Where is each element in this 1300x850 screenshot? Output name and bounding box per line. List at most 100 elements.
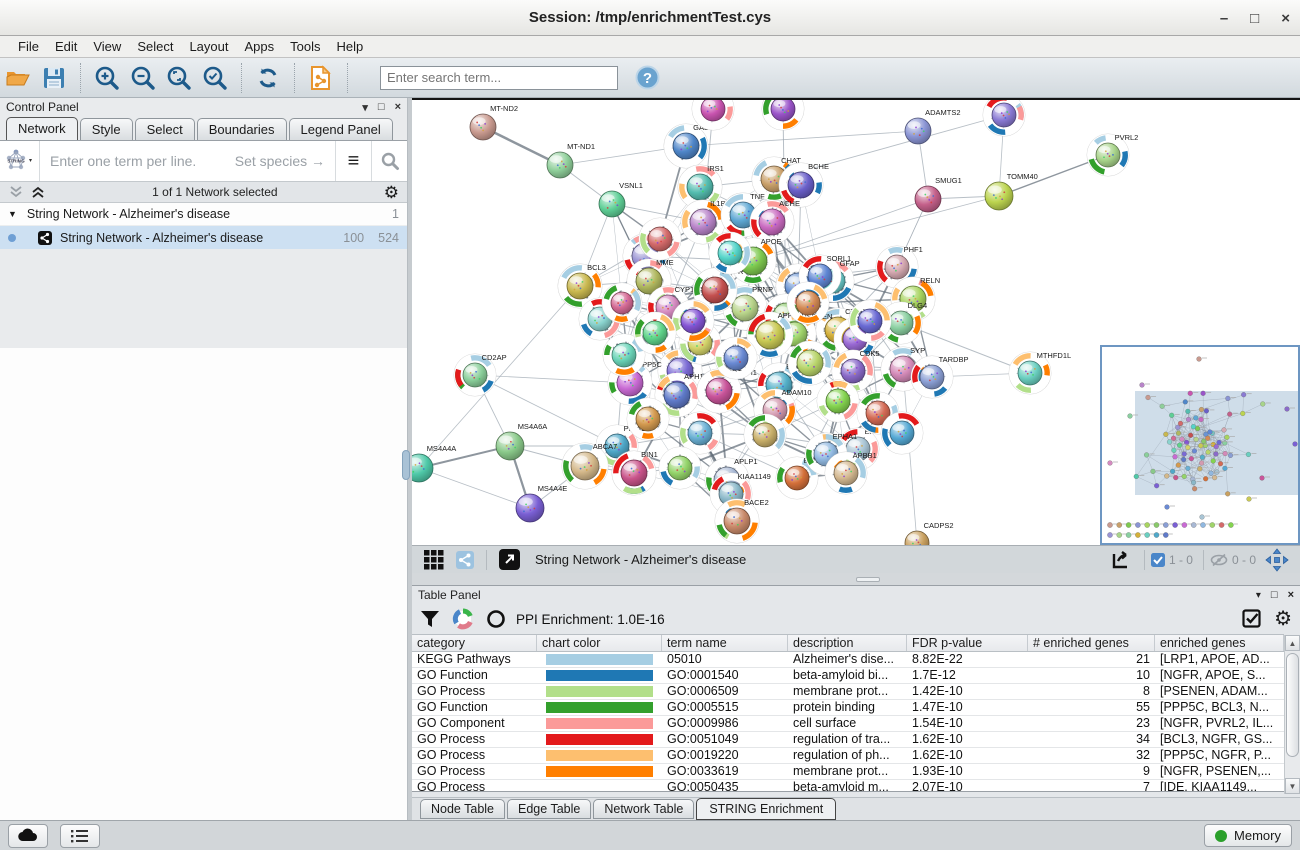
splitter-grip[interactable] <box>856 577 880 582</box>
table-row[interactable]: GO ProcessGO:0050435beta-amyloid m...2.0… <box>412 780 1284 792</box>
node[interactable] <box>627 398 669 440</box>
chart-settings-icon[interactable] <box>452 608 474 630</box>
zoom-in-button[interactable] <box>92 63 122 93</box>
node-MT-ND1[interactable]: MT-ND1 <box>547 142 595 178</box>
menu-help[interactable]: Help <box>329 39 372 54</box>
table-panel-float-icon[interactable]: □ <box>1271 589 1278 601</box>
node-GAB2[interactable]: GAB2 <box>664 123 713 168</box>
string-query-placeholder[interactable]: Enter one term per line. <box>40 153 235 169</box>
tree-expander-icon[interactable]: ▼ <box>8 209 17 219</box>
column-header-category[interactable]: category <box>412 635 537 651</box>
table-column-header[interactable]: categorychart colorterm namedescriptionF… <box>412 634 1284 652</box>
node[interactable] <box>715 337 757 379</box>
scroll-down-button[interactable]: ▼ <box>1285 778 1300 794</box>
menu-apps[interactable]: Apps <box>237 39 283 54</box>
export-network-button[interactable] <box>1107 548 1135 572</box>
network-panel-gear-icon[interactable]: ⚙ <box>384 184 399 201</box>
node[interactable] <box>881 412 923 454</box>
table-row[interactable]: GO FunctionGO:0005515protein binding1.47… <box>412 700 1284 716</box>
tab-select[interactable]: Select <box>135 118 195 140</box>
scroll-up-button[interactable]: ▲ <box>1285 635 1300 651</box>
column-header-description[interactable]: description <box>788 635 907 651</box>
tab-string-enrichment[interactable]: STRING Enrichment <box>696 798 836 820</box>
control-panel-menu-icon[interactable]: ▾ <box>362 101 368 114</box>
table-row[interactable]: GO ProcessGO:0033619membrane prot...1.93… <box>412 764 1284 780</box>
pan-mode-button[interactable] <box>1263 547 1291 573</box>
zoom-out-button[interactable] <box>128 63 158 93</box>
node[interactable] <box>744 414 786 456</box>
share-view-button[interactable] <box>453 548 477 572</box>
node[interactable] <box>602 283 642 323</box>
zoom-fit-button[interactable] <box>164 63 194 93</box>
control-panel-float-icon[interactable]: □ <box>378 101 385 113</box>
minimize-button[interactable]: – <box>1220 11 1228 26</box>
node-MT-ND2[interactable]: MT-ND2 <box>470 104 518 140</box>
maximize-button[interactable]: □ <box>1250 11 1259 26</box>
column-header-term-name[interactable]: term name <box>662 635 788 651</box>
node[interactable] <box>762 100 804 130</box>
menu-view[interactable]: View <box>85 39 129 54</box>
zoom-selected-button[interactable] <box>200 63 230 93</box>
hidden-nodes-icon[interactable] <box>1210 553 1228 567</box>
table-panel-menu-icon[interactable]: ▾ <box>1256 590 1261 601</box>
selected-nodes-icon[interactable] <box>1151 553 1165 567</box>
memory-button[interactable]: Memory <box>1204 824 1292 847</box>
species-selector[interactable]: Set species → <box>235 153 335 169</box>
node-MTHFD1L[interactable]: MTHFD1L <box>1009 351 1071 394</box>
node-TARDBP[interactable]: TARDBP <box>911 355 968 398</box>
node-MS4A4A[interactable]: MS4A4A <box>412 444 456 482</box>
string-search-button[interactable] <box>371 141 407 181</box>
node-BIN1[interactable]: BIN1 <box>612 450 658 495</box>
refresh-button[interactable] <box>253 63 283 93</box>
column-header-enriched-genes[interactable]: enriched genes <box>1155 635 1284 651</box>
network-row-selected[interactable]: String Network - Alzheimer's disease 100… <box>0 226 407 249</box>
select-columns-icon[interactable] <box>1242 609 1262 629</box>
column-header-chart-color[interactable]: chart color <box>537 635 662 651</box>
tab-legend-panel[interactable]: Legend Panel <box>289 118 393 140</box>
node[interactable] <box>709 232 751 274</box>
table-row[interactable]: GO FunctionGO:0001540beta-amyloid bi...1… <box>412 668 1284 684</box>
table-panel-close-icon[interactable]: × <box>1288 589 1294 601</box>
node-CD2AP[interactable]: CD2AP <box>454 353 507 396</box>
table-gear-icon[interactable]: ⚙ <box>1274 609 1292 629</box>
tab-edge-table[interactable]: Edge Table <box>507 799 591 819</box>
expand-all-icon[interactable] <box>30 185 46 199</box>
node-BACE2[interactable]: BACE2 <box>715 498 769 543</box>
grid-view-button[interactable] <box>421 548 447 572</box>
node[interactable] <box>639 218 681 260</box>
tab-network-table[interactable]: Network Table <box>593 799 694 819</box>
menu-file[interactable]: File <box>10 39 47 54</box>
node[interactable] <box>788 341 832 385</box>
table-scrollbar[interactable]: ▲ ▼ <box>1284 635 1300 794</box>
node[interactable] <box>787 282 829 324</box>
panel-divider-grip[interactable] <box>402 450 410 480</box>
menu-layout[interactable]: Layout <box>181 39 236 54</box>
import-network-button[interactable] <box>306 63 336 93</box>
table-row[interactable]: GO ComponentGO:0009986cell surface1.54E-… <box>412 716 1284 732</box>
menu-edit[interactable]: Edit <box>47 39 85 54</box>
enrichment-table-body[interactable]: KEGG Pathways05010Alzheimer's dise...8.8… <box>412 652 1284 792</box>
node-VSNL1[interactable]: VSNL1 <box>599 181 643 217</box>
node[interactable] <box>672 300 714 342</box>
table-row[interactable]: GO ProcessGO:0006509membrane prot...1.42… <box>412 684 1284 700</box>
node[interactable] <box>983 100 1025 136</box>
column-header--enriched-genes[interactable]: # enriched genes <box>1028 635 1155 651</box>
panel-splitter[interactable] <box>412 573 1300 585</box>
node-SMUG1[interactable]: SMUG1 <box>915 176 962 212</box>
node[interactable] <box>817 380 859 422</box>
node-ADAMTS2[interactable]: ADAMTS2 <box>905 108 961 144</box>
birds-eye-navigator[interactable] <box>1100 345 1300 545</box>
node-CADPS2[interactable]: CADPS2 <box>905 521 954 545</box>
scroll-thumb[interactable] <box>1286 653 1299 757</box>
table-row[interactable]: GO ProcessGO:0051049regulation of tra...… <box>412 732 1284 748</box>
menu-select[interactable]: Select <box>129 39 181 54</box>
node-PVRL2[interactable]: PVRL2 <box>1087 133 1138 176</box>
node[interactable] <box>849 300 891 342</box>
table-row[interactable]: GO ProcessGO:0019220regulation of ph...1… <box>412 748 1284 764</box>
menu-tools[interactable]: Tools <box>282 39 328 54</box>
open-in-browser-button[interactable] <box>496 548 522 572</box>
column-header-FDR-p-value[interactable]: FDR p-value <box>907 635 1028 651</box>
automation-button[interactable] <box>8 824 48 848</box>
help-button[interactable]: ? <box>632 63 662 93</box>
node[interactable] <box>634 312 676 354</box>
